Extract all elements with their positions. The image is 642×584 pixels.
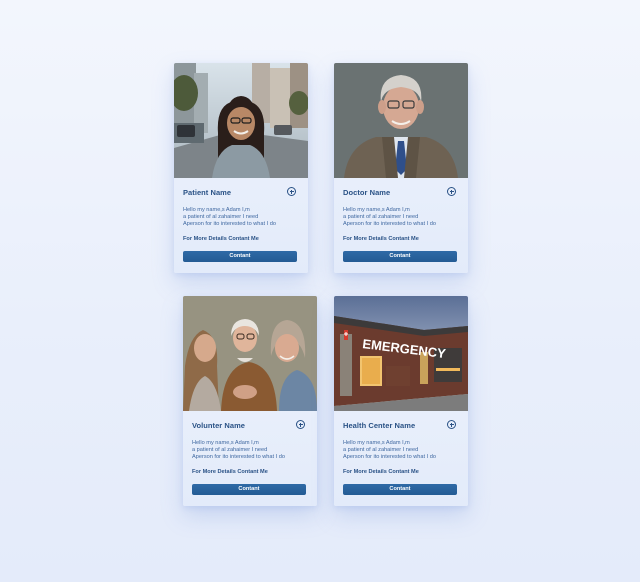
card-description: Hello my name,s Adam I,m a patient of al…: [192, 440, 312, 462]
description-line: Aperson for ito interested to what I do: [183, 221, 276, 228]
description-line: a patient of al zahaimer I need: [183, 214, 259, 221]
add-circle-icon[interactable]: [447, 187, 456, 196]
description-line: Hello my name,s Adam I,m: [183, 207, 250, 213]
more-details-text: For More Details Contant Me: [192, 469, 268, 475]
card-description: Hello my name,s Adam I,m a patient of al…: [343, 440, 463, 462]
volunteers-group-photo: [183, 296, 317, 411]
contact-button[interactable]: Contant: [192, 484, 306, 495]
more-details-text: For More Details Contant Me: [343, 236, 419, 242]
description-line: Hello my name,s Adam I,m: [343, 440, 410, 446]
add-circle-icon[interactable]: [447, 420, 456, 429]
card-title: Volunter Name: [192, 421, 246, 430]
add-circle-icon[interactable]: [296, 420, 305, 429]
contact-button[interactable]: Contant: [183, 251, 297, 262]
add-circle-icon[interactable]: [287, 187, 296, 196]
more-details-text: For More Details Contant Me: [183, 236, 259, 242]
card-title: Health Center Name: [343, 421, 416, 430]
description-line: a patient of al zahaimer I need: [343, 447, 419, 454]
card-title: Doctor Name: [343, 188, 391, 197]
description-line: Hello my name,s Adam I,m: [192, 440, 259, 446]
description-line: Hello my name,s Adam I,m: [343, 207, 410, 213]
description-line: Aperson for ito interested to what I do: [343, 454, 436, 461]
page-frame: [0, 0, 642, 584]
card-title: Patient Name: [183, 188, 232, 197]
contact-button[interactable]: Contant: [343, 251, 457, 262]
description-line: Aperson for ito interested to what I do: [343, 221, 436, 228]
doctor-card: Doctor Name Hello my name,s Adam I,m a p…: [334, 63, 468, 273]
woman-city-photo: [174, 63, 308, 178]
patient-card: Patient Name Hello my name,s Adam I,m a …: [174, 63, 308, 273]
health-center-card: EMERGENCY Health Center Name Hello my na…: [334, 296, 468, 506]
card-description: Hello my name,s Adam I,m a patient of al…: [343, 207, 463, 229]
emergency-building-photo: EMERGENCY: [334, 296, 468, 411]
card-description: Hello my name,s Adam I,m a patient of al…: [183, 207, 303, 229]
doctor-portrait-photo: [334, 63, 468, 178]
contact-button[interactable]: Contant: [343, 484, 457, 495]
description-line: Aperson for ito interested to what I do: [192, 454, 285, 461]
description-line: a patient of al zahaimer I need: [192, 447, 268, 454]
more-details-text: For More Details Contant Me: [343, 469, 419, 475]
volunteer-card: Volunter Name Hello my name,s Adam I,m a…: [183, 296, 317, 506]
description-line: a patient of al zahaimer I need: [343, 214, 419, 221]
